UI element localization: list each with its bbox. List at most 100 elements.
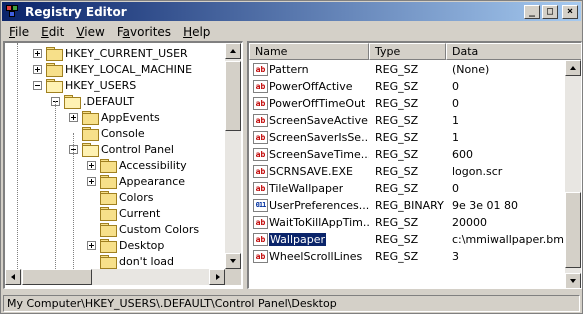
value-type: REG_BINARY [375,199,444,212]
column-header-name[interactable]: Name [249,43,369,60]
tree-item[interactable]: Control Panel [69,141,174,157]
value-name-cell: ab PowerOffActive [249,80,369,93]
tree-scroll-up-button[interactable] [225,43,241,59]
value-name: UserPreferences... [269,199,369,212]
folder-icon [100,158,117,173]
close-button[interactable]: × [562,4,578,19]
folder-icon [46,46,63,61]
value-row[interactable]: ab ScreenSaveTime... REG_SZ 600 [249,146,565,163]
tree-horizontal-scrollbar[interactable] [5,269,225,285]
menu-item-view[interactable]: View [70,25,110,39]
tree-item[interactable]: HKEY_CURRENT_USER [33,45,188,61]
column-header-type[interactable]: Type [369,43,446,60]
tree-item[interactable]: Appearance [87,173,185,189]
value-row[interactable]: ab TileWallpaper REG_SZ 0 [249,180,565,197]
tree-item-label: Current [119,206,161,220]
registry-editor-icon [5,4,21,20]
values-list-pane: Name Type Data ab Pattern REG_SZ (None) ab Po… [247,41,582,289]
value-type: REG_SZ [375,165,419,178]
menu-item-file[interactable]: File [3,25,35,39]
minimize-button[interactable]: _ [524,4,540,19]
tree-item[interactable]: Console [69,125,145,141]
value-data: 0 [452,182,459,195]
value-row[interactable]: ab ScreenSaveActive REG_SZ 1 [249,112,565,129]
tree-item[interactable]: Custom Colors [87,221,199,237]
value-row[interactable]: 011 UserPreferences... REG_BINARY 9e 3e 01 … [249,197,565,214]
tree-item[interactable]: Accessibility [87,157,187,173]
tree-item-label: Control Panel [101,142,174,156]
tree-scroll-thumb[interactable] [225,61,241,131]
value-name-cell: ab ScreenSaveActive [249,114,369,127]
tree-item-label: Accessibility [119,158,187,172]
tree-guide-line [17,43,18,269]
expand-plus-icon[interactable] [33,48,42,58]
tree-item-label: AppEvents [101,110,160,124]
menu-item-edit[interactable]: Edit [35,25,70,39]
value-name: SCRNSAVE.EXE [269,165,353,178]
tree-vertical-scrollbar[interactable] [225,43,241,269]
maximize-button[interactable]: □ [542,4,558,19]
value-row[interactable]: ab PowerOffTimeOut REG_SZ 0 [249,95,565,112]
collapse-minus-icon[interactable] [33,80,42,90]
value-row[interactable]: ab WaitToKillAppTim... REG_SZ 20000 [249,214,565,231]
arrow-right-icon [216,274,220,280]
tree-scroll-corner [225,269,241,285]
value-name: ScreenSaveActive [269,114,368,127]
list-scroll-down-button[interactable] [565,273,581,288]
status-bar: My Computer\HKEY_USERS\.DEFAULT\Control … [3,295,580,312]
tree-item[interactable]: .DEFAULT [51,93,134,109]
folder-icon [100,254,117,269]
list-scroll-up-button[interactable] [565,60,581,76]
value-name-cell: ab TileWallpaper [249,182,369,195]
value-name-cell: ab Pattern [249,63,369,76]
title-bar[interactable]: Registry Editor _ □ × [2,2,581,21]
tree-scroll-down-button[interactable] [225,253,241,269]
menu-item-favorites[interactable]: Favorites [111,25,177,39]
tree-item-label: Console [101,126,145,140]
value-row[interactable]: ab ScreenSaverIsSe... REG_SZ 1 [249,129,565,146]
value-type: REG_SZ [375,114,419,127]
folder-icon [64,94,81,109]
value-row[interactable]: ab SCRNSAVE.EXE REG_SZ logon.scr [249,163,565,180]
folder-icon [82,126,99,141]
tree-item-label: Custom Colors [119,222,200,236]
expand-plus-icon[interactable] [87,176,96,186]
tree-hscroll-thumb[interactable] [22,269,92,285]
list-vertical-scrollbar[interactable] [565,60,581,288]
menu-accelerator-key: E [41,24,49,39]
expand-plus-icon[interactable] [33,64,42,74]
key-tree-pane: HKEY_CURRENT_USER HKEY_LOCAL_MACHINE HKEY_… [3,41,243,289]
value-name-cell: ab SCRNSAVE.EXE [249,165,369,178]
string-value-icon: ab [253,216,268,229]
value-row[interactable]: ab Pattern REG_SZ (None) [249,61,565,78]
column-header-data[interactable]: Data [446,43,581,60]
tree-item[interactable]: Colors [87,189,153,205]
tree-scroll-left-button[interactable] [5,269,21,285]
value-name: ScreenSaverIsSe... [269,131,369,144]
tree-item[interactable]: HKEY_USERS [33,77,136,93]
value-name-cell: ab ScreenSaverIsSe... [249,131,369,144]
expand-plus-icon[interactable] [69,112,78,122]
value-row[interactable]: ab Wallpaper REG_SZ c:\mmiwallpaper.bmp [249,231,565,248]
expand-plus-icon[interactable] [87,240,96,250]
tree-item[interactable]: HKEY_LOCAL_MACHINE [33,61,192,77]
tree-item[interactable]: Current [87,205,160,221]
expand-plus-icon[interactable] [87,160,96,170]
value-row[interactable]: ab PowerOffActive REG_SZ 0 [249,78,565,95]
list-scroll-thumb[interactable] [565,192,581,268]
tree-scroll-right-button[interactable] [209,269,225,285]
list-header: Name Type Data [249,43,581,60]
menu-accelerator-key: a [122,24,130,39]
tree-item[interactable]: AppEvents [69,109,160,125]
value-type: REG_SZ [375,80,419,93]
value-name: PowerOffTimeOut [269,97,366,110]
value-type: REG_SZ [375,97,419,110]
tree-item[interactable]: don't load [87,253,174,269]
tree-item[interactable]: Desktop [87,237,164,253]
string-value-icon: ab [253,97,268,110]
window-title: Registry Editor [25,4,127,19]
tree-item-label: don't load [119,254,175,268]
value-row[interactable]: ab WheelScrollLines REG_SZ 3 [249,248,565,265]
menu-item-help[interactable]: Help [177,25,216,39]
value-type: REG_SZ [375,148,419,161]
